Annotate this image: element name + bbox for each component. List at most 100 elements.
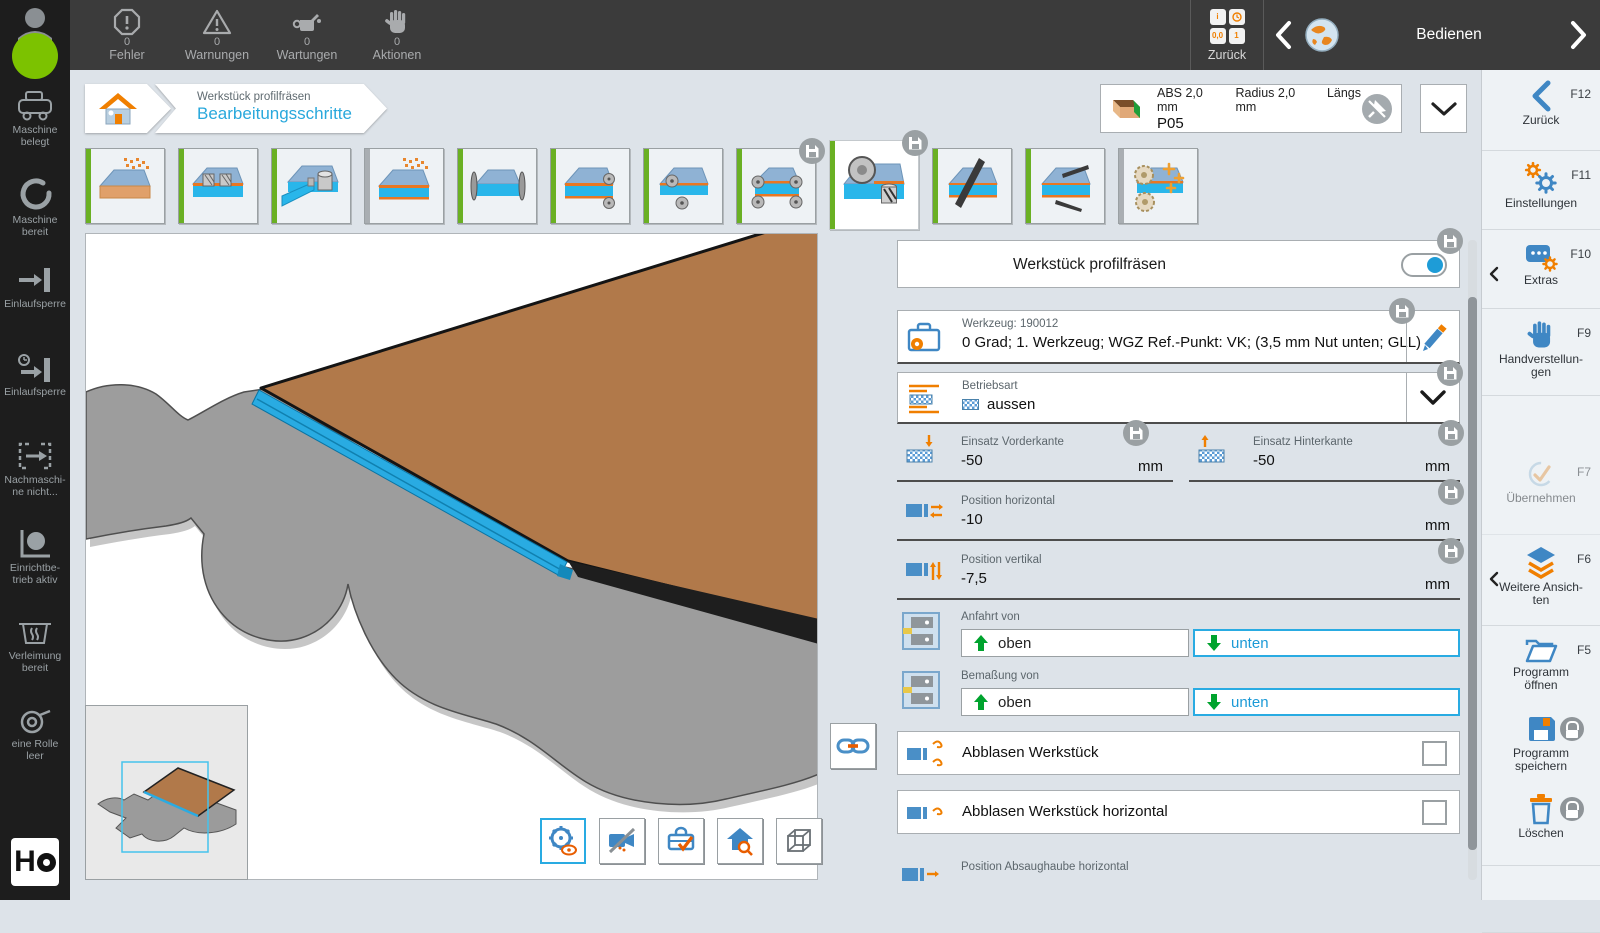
step-thumb-flat-scraper[interactable] (1025, 148, 1105, 224)
fkey-zurueck[interactable]: F12 Zurück (1482, 80, 1600, 151)
saved-badge-icon (799, 138, 825, 164)
abblasen-werkstueck-checkbox[interactable] (1422, 741, 1447, 766)
viewport-toolbar (540, 818, 822, 864)
abblasen-horizontal-icon (906, 797, 948, 829)
status-warnungen[interactable]: 0 Warnungen (178, 6, 256, 62)
expander-chevron-icon[interactable] (1489, 571, 1499, 587)
step-thumb-gluing-spray[interactable] (85, 148, 165, 224)
saved-badge-icon (902, 130, 928, 156)
saw-eye-icon (547, 825, 579, 857)
show-tool-button[interactable] (540, 818, 586, 864)
step-icon-profile-mill (840, 152, 906, 214)
camera-off-button[interactable] (599, 818, 645, 864)
processing-steps-row (85, 140, 1198, 230)
expander-chevron-icon[interactable] (1489, 266, 1499, 282)
setup-mode-icon (16, 528, 54, 560)
breadcrumb-current-step[interactable]: Werkstück profilfräsen Bearbeitungsschri… (155, 84, 387, 133)
absaughaube-row-partial[interactable]: Position Absaughaube horizontal (897, 847, 1460, 885)
panel-scrollbar[interactable] (1468, 297, 1477, 850)
fkey-loeschen[interactable]: Löschen (1482, 793, 1600, 866)
main-navigation: Bedienen (1262, 0, 1600, 70)
step-icon-trim (559, 156, 619, 212)
empty-roll-icon (16, 704, 54, 736)
save-badge-icon (1438, 538, 1464, 564)
chevron-down-icon (1431, 102, 1457, 116)
fkey-einstellungen[interactable]: F11 Einstellungen (1482, 161, 1600, 230)
step-thumb-scraper[interactable] (932, 148, 1012, 224)
fkey-weitere-ansichten[interactable]: F6 Weitere Ansich- ten (1482, 545, 1600, 626)
step-enable-header: Werkstück profilfräsen (897, 240, 1460, 288)
step-state-bar (551, 149, 556, 223)
nav-previous-button[interactable] (1262, 20, 1304, 50)
step-icon-edge-feed (280, 156, 340, 212)
step-icon-flat-scraper (1034, 156, 1094, 212)
status-maschine-belegt: Maschine belegt (0, 88, 70, 172)
user-status-indicator[interactable] (0, 4, 70, 82)
step-thumb-corner-rollers[interactable] (643, 148, 723, 224)
toolbox-check-button[interactable] (658, 818, 704, 864)
step-thumb-edge-feed[interactable] (271, 148, 351, 224)
page-title: Bedienen (1340, 26, 1558, 44)
step-thumb-buffing[interactable] (1118, 148, 1198, 224)
position-horizontal-field[interactable]: Position horizontal -10 mm (897, 491, 1460, 541)
edgeband-material-icon (1109, 95, 1147, 123)
viewport-minimap[interactable] (85, 705, 248, 880)
status-fehler[interactable]: 0 Fehler (88, 6, 166, 62)
link-values-button[interactable] (830, 723, 876, 769)
status-verleimung: Verleimung bereit (0, 616, 70, 700)
fkey-extras[interactable]: F10 Extras (1482, 240, 1600, 309)
machine-icon (16, 88, 54, 122)
logo-circle (37, 853, 56, 872)
open-folder-icon (1524, 636, 1558, 664)
step-thumb-spray-edges[interactable] (364, 148, 444, 224)
status-einrichtbetrieb: Einrichtbe- trieb aktiv (0, 528, 70, 612)
oil-can-icon (292, 8, 322, 36)
fkey-programm-oeffnen[interactable]: F5 Programm öffnen (1482, 636, 1600, 703)
home-zoom-button[interactable] (717, 818, 763, 864)
fkey-programm-speichern[interactable]: Programm speichern (1482, 713, 1600, 783)
bemassung-oben-button[interactable]: oben (961, 688, 1189, 716)
status-einlaufsperre-2: Einlaufsperre (0, 352, 70, 436)
bemassung-icon (901, 670, 941, 710)
abblasen-horizontal-checkbox[interactable] (1422, 800, 1447, 825)
cube-view-button[interactable] (776, 818, 822, 864)
bemassung-unten-button[interactable]: unten (1193, 688, 1460, 716)
hinterkante-icon (1197, 434, 1231, 464)
abblasen-werkstueck-row[interactable]: Abblasen Werkstück (897, 731, 1460, 775)
betriebsart-field[interactable]: Betriebsart aussen (897, 372, 1460, 424)
step-enable-toggle[interactable] (1401, 253, 1447, 277)
einsatz-hinterkante-field[interactable]: Einsatz Hinterkante -50 mm (1189, 432, 1460, 482)
werkzeug-field[interactable]: Werkzeug: 190012 0 Grad; 1. Werkzeug; WG… (897, 310, 1460, 364)
arrow-up-green-icon (974, 635, 988, 651)
fkey-handverstellungen[interactable]: F9 Handverstellun- gen (1482, 319, 1600, 396)
save-badge-icon (1438, 479, 1464, 505)
step-thumb-milling-rollers[interactable] (178, 148, 258, 224)
anfahrt-unten-button[interactable]: unten (1193, 629, 1460, 657)
unpin-icon[interactable] (1361, 93, 1393, 125)
step-thumb-pressure-discs[interactable] (457, 148, 537, 224)
abblasen-icon (906, 738, 948, 770)
step-thumb-trim-rollers[interactable] (550, 148, 630, 224)
status-aktionen[interactable]: 0 Aktionen (358, 6, 436, 62)
step-state-bar (1119, 149, 1124, 223)
home-breadcrumb-button[interactable] (85, 84, 171, 133)
material-dropdown-button[interactable] (1420, 84, 1467, 133)
status-wartungen[interactable]: 0 Wartungen (268, 6, 346, 62)
home-icon (97, 90, 139, 128)
step-thumb-four-rollers[interactable] (736, 148, 816, 224)
einsatz-vorderkante-field[interactable]: Einsatz Vorderkante -50 mm (897, 432, 1173, 482)
abblasen-horizontal-row[interactable]: Abblasen Werkstück horizontal (897, 790, 1460, 834)
anfahrt-oben-button[interactable]: oben (961, 629, 1189, 657)
back-button[interactable]: i 0,0 1 Zurück (1190, 0, 1264, 70)
werkzeug-edit-button[interactable] (1406, 311, 1459, 362)
material-orientation: Längs (1327, 86, 1361, 114)
downstream-machine-icon (16, 440, 54, 472)
status-einlaufsperre-1: Einlaufsperre (0, 264, 70, 348)
position-vertikal-field[interactable]: Position vertikal -7,5 mm (897, 550, 1460, 600)
step-thumb-profile-milling[interactable] (829, 140, 919, 230)
machine-status-sidebar: Maschine belegt Maschine bereit Einlaufs… (0, 0, 70, 900)
save-badge-icon (1438, 420, 1464, 446)
material-info-box[interactable]: ABS 2,0 mm Radius 2,0 mm Längs P05 (1100, 84, 1402, 133)
homag-logo: H (11, 838, 59, 886)
nav-next-button[interactable] (1558, 20, 1600, 50)
